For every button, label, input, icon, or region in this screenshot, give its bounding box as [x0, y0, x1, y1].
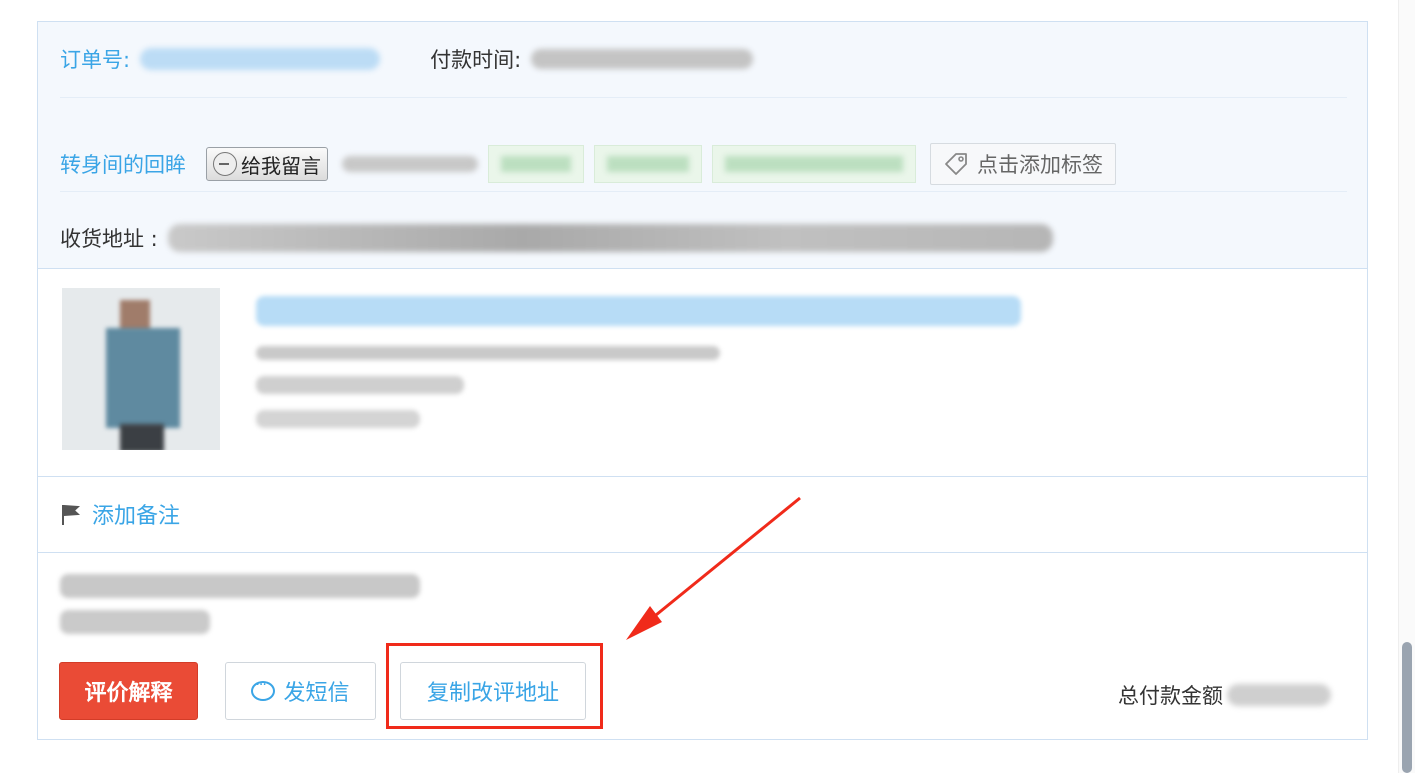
- order-number-label: 订单号:: [60, 48, 131, 72]
- buyer-tag-1[interactable]: [488, 145, 584, 183]
- add-tag-button[interactable]: 点击添加标签: [930, 143, 1116, 185]
- product-thumbnail[interactable]: [62, 288, 220, 450]
- buyer-tag-3[interactable]: [712, 145, 916, 183]
- product-row: [38, 268, 1367, 477]
- pay-time-label: 付款时间:: [430, 48, 522, 72]
- order-header: 订单号: 付款时间: 转身间的回眸 给我留言 点击添加标签 收货地址:: [38, 22, 1367, 269]
- total-amount: 总付款金额: [1118, 680, 1331, 710]
- review-text-redacted-2: [60, 610, 210, 634]
- header-divider: [60, 97, 1347, 98]
- explain-review-button[interactable]: 评价解释: [59, 662, 198, 720]
- annotation-highlight-box: [386, 643, 603, 729]
- product-title-redacted[interactable]: [256, 296, 1021, 326]
- pay-time-value-redacted: [531, 49, 754, 69]
- product-attr-line-3: [256, 410, 420, 428]
- leave-message-button[interactable]: 给我留言: [206, 147, 328, 181]
- add-tag-label: 点击添加标签: [977, 153, 1103, 177]
- buyer-tag-2[interactable]: [594, 145, 702, 183]
- add-remark-link[interactable]: 添加备注: [92, 498, 180, 530]
- product-attr-line-2: [256, 376, 464, 394]
- order-footer: 评价解释 发短信 复制改评地址 总付款金额: [38, 552, 1367, 741]
- explain-review-label: 评价解释: [84, 681, 173, 706]
- send-sms-button[interactable]: 发短信: [225, 662, 376, 720]
- header-divider-2: [60, 191, 1347, 192]
- flag-icon: [60, 503, 82, 525]
- tag-icon: [945, 153, 967, 175]
- order-info-row: 订单号: 付款时间:: [60, 22, 754, 96]
- total-amount-label: 总付款金额: [1118, 684, 1223, 708]
- product-attr-line-1: [256, 346, 720, 360]
- remark-row[interactable]: 添加备注: [38, 476, 1367, 553]
- chat-icon: [251, 677, 276, 701]
- review-text-redacted-1: [60, 574, 420, 598]
- scrollbar-thumb[interactable]: [1402, 642, 1412, 773]
- vertical-scrollbar[interactable]: [1398, 0, 1415, 773]
- total-amount-value-redacted: [1227, 684, 1331, 706]
- buyer-name[interactable]: 转身间的回眸: [60, 149, 186, 179]
- thumb-figure-body: [106, 328, 180, 428]
- buyer-id-redacted: [342, 156, 478, 172]
- send-sms-label: 发短信: [283, 681, 350, 706]
- leave-message-label: 给我留言: [241, 153, 321, 178]
- address-value-redacted: [167, 224, 1053, 252]
- order-card: 订单号: 付款时间: 转身间的回眸 给我留言 点击添加标签 收货地址: 添加备…: [37, 21, 1368, 740]
- order-number-value-redacted: [140, 48, 381, 70]
- address-row: 收货地址 :: [60, 208, 1053, 268]
- thumb-figure-legs: [120, 424, 164, 450]
- address-label: 收货地址 :: [60, 227, 158, 251]
- buyer-row: 转身间的回眸 给我留言 点击添加标签: [60, 120, 1116, 208]
- message-bubble-icon: [213, 152, 237, 176]
